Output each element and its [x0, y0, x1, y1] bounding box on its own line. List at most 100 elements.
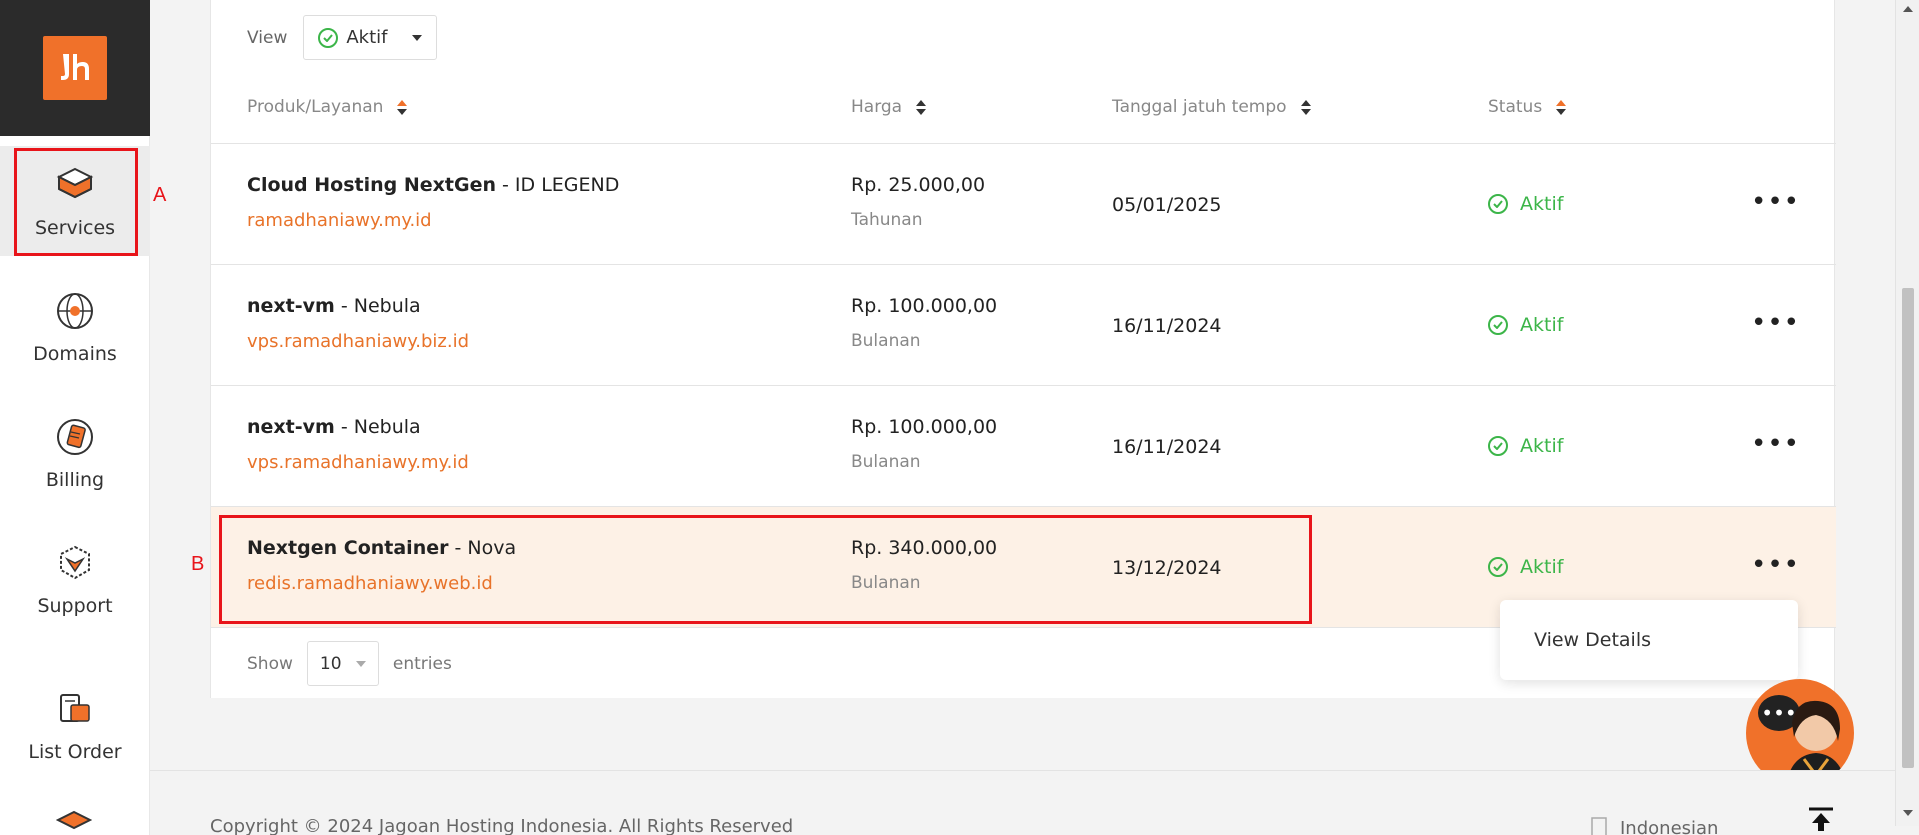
sidebar-item-domains[interactable]: Domains — [0, 272, 150, 382]
support-icon — [53, 541, 97, 585]
view-label: View — [247, 27, 288, 48]
billing-cycle: Bulanan — [851, 452, 921, 472]
annotation-box-a — [14, 148, 138, 256]
due-date: 16/11/2024 — [1112, 436, 1222, 458]
sidebar-item-billing[interactable]: Billing — [0, 398, 150, 508]
product-cell: next-vm - Nebula vps.ramadhaniawy.my.id — [247, 416, 469, 473]
billing-cycle: Tahunan — [851, 210, 923, 230]
sidebar-item-support[interactable]: Support — [0, 524, 150, 634]
billing-cycle: Bulanan — [851, 331, 921, 351]
column-header-label: Produk/Layanan — [247, 97, 384, 117]
product-domain-link[interactable]: ramadhaniawy.my.id — [247, 210, 619, 231]
language-label: Indonesian — [1620, 818, 1719, 835]
entries-label: entries — [392, 653, 452, 674]
column-header-product[interactable]: Produk/Layanan — [247, 97, 408, 117]
column-header-label: Harga — [851, 97, 903, 117]
view-select-value: Aktif — [346, 27, 388, 48]
logo-area — [0, 0, 150, 136]
column-header-due-date[interactable]: Tanggal jatuh tempo — [1112, 97, 1311, 117]
document-icon — [1590, 816, 1608, 835]
product-plan: - Nebula — [334, 295, 421, 317]
status-text: Aktif — [1520, 435, 1564, 457]
price-value: Rp. 25.000,00 — [851, 174, 986, 196]
check-circle-icon — [318, 27, 339, 48]
price-cell: Rp. 25.000,00 Tahunan — [851, 174, 985, 230]
product-cell: Cloud Hosting NextGen - ID LEGEND ramadh… — [247, 174, 619, 231]
chevron-down-icon — [412, 34, 423, 41]
globe-icon — [53, 289, 97, 333]
status-badge: Aktif — [1488, 193, 1563, 215]
check-circle-icon — [1488, 436, 1508, 456]
product-name: next-vm - Nebula — [247, 416, 469, 438]
status-text: Aktif — [1520, 556, 1564, 578]
page-size-value: 10 — [319, 653, 342, 674]
product-plan: - Nebula — [334, 416, 421, 438]
price-value: Rp. 100.000,00 — [851, 295, 998, 317]
copyright-text: Copyright © 2024 Jagoan Hosting Indonesi… — [210, 816, 794, 835]
sidebar-item-label: Domains — [33, 343, 117, 365]
column-header-price[interactable]: Harga — [851, 97, 927, 117]
scroll-down-icon[interactable] — [1903, 810, 1913, 816]
more-options-icon[interactable]: ••• — [1751, 431, 1800, 457]
product-title: next-vm — [247, 416, 335, 438]
column-header-label: Status — [1488, 97, 1543, 117]
table-row[interactable]: Cloud Hosting NextGen - ID LEGEND ramadh… — [211, 144, 1836, 265]
check-circle-icon — [1488, 194, 1508, 214]
scrollbar-thumb[interactable] — [1902, 288, 1914, 768]
brand-logo[interactable] — [43, 36, 107, 100]
status-text: Aktif — [1520, 314, 1564, 336]
sidebar-item-label: Billing — [45, 469, 105, 491]
check-circle-icon — [1488, 315, 1508, 335]
annotation-box-b — [219, 515, 1312, 624]
due-date: 16/11/2024 — [1112, 315, 1222, 337]
page-size-select[interactable]: 10 — [306, 641, 379, 686]
more-options-icon[interactable]: ••• — [1751, 310, 1800, 336]
pagination-size: Show 10 entries — [247, 641, 452, 686]
status-badge: Aktif — [1488, 556, 1563, 578]
billing-icon — [53, 415, 97, 459]
show-label: Show — [247, 653, 293, 674]
status-badge: Aktif — [1488, 314, 1563, 336]
page-footer: Copyright © 2024 Jagoan Hosting Indonesi… — [150, 770, 1895, 835]
sort-icon — [397, 99, 408, 115]
product-name: next-vm - Nebula — [247, 295, 469, 317]
status-text: Aktif — [1520, 193, 1564, 215]
product-title: next-vm — [247, 295, 335, 317]
sort-icon — [1300, 99, 1311, 115]
scroll-up-icon[interactable] — [1903, 6, 1913, 12]
order-icon — [53, 687, 97, 731]
sidebar-item-list-order[interactable]: List Order — [0, 670, 150, 780]
due-date: 05/01/2025 — [1112, 194, 1222, 216]
sort-icon — [1556, 99, 1567, 115]
vertical-scrollbar[interactable] — [1895, 0, 1919, 826]
row-actions-dropdown: View Details — [1500, 600, 1798, 680]
sidebar-next-icon — [55, 810, 93, 835]
status-badge: Aktif — [1488, 435, 1563, 457]
annotation-label-a: A — [153, 184, 167, 206]
sidebar: Services Domains Billing Support List Or… — [0, 0, 150, 835]
product-cell: next-vm - Nebula vps.ramadhaniawy.biz.id — [247, 295, 469, 352]
product-domain-link[interactable]: vps.ramadhaniawy.my.id — [247, 452, 469, 473]
language-selector[interactable]: Indonesian — [1590, 816, 1718, 835]
back-to-top-icon[interactable] — [1806, 807, 1836, 831]
view-select[interactable]: Aktif — [303, 15, 438, 60]
sidebar-item-label: List Order — [28, 741, 122, 763]
product-plan: - ID LEGEND — [496, 174, 620, 196]
price-value: Rp. 100.000,00 — [851, 416, 998, 438]
product-title: Cloud Hosting NextGen — [247, 174, 496, 196]
price-cell: Rp. 100.000,00 Bulanan — [851, 295, 997, 351]
view-details-menu-item[interactable]: View Details — [1534, 629, 1651, 651]
check-circle-icon — [1488, 557, 1508, 577]
sort-icon — [916, 99, 927, 115]
column-header-status[interactable]: Status — [1488, 97, 1567, 117]
more-options-icon[interactable]: ••• — [1751, 552, 1800, 578]
annotation-label-b: B — [191, 553, 205, 575]
more-options-icon[interactable]: ••• — [1751, 189, 1800, 215]
table-row[interactable]: next-vm - Nebula vps.ramadhaniawy.my.id … — [211, 386, 1836, 507]
product-domain-link[interactable]: vps.ramadhaniawy.biz.id — [247, 331, 469, 352]
view-filter: View Aktif — [247, 15, 438, 60]
table-header: Produk/Layanan Harga Tanggal jatuh tempo… — [211, 72, 1836, 144]
product-name: Cloud Hosting NextGen - ID LEGEND — [247, 174, 619, 196]
table-row[interactable]: next-vm - Nebula vps.ramadhaniawy.biz.id… — [211, 265, 1836, 386]
chevron-down-icon — [355, 660, 366, 667]
